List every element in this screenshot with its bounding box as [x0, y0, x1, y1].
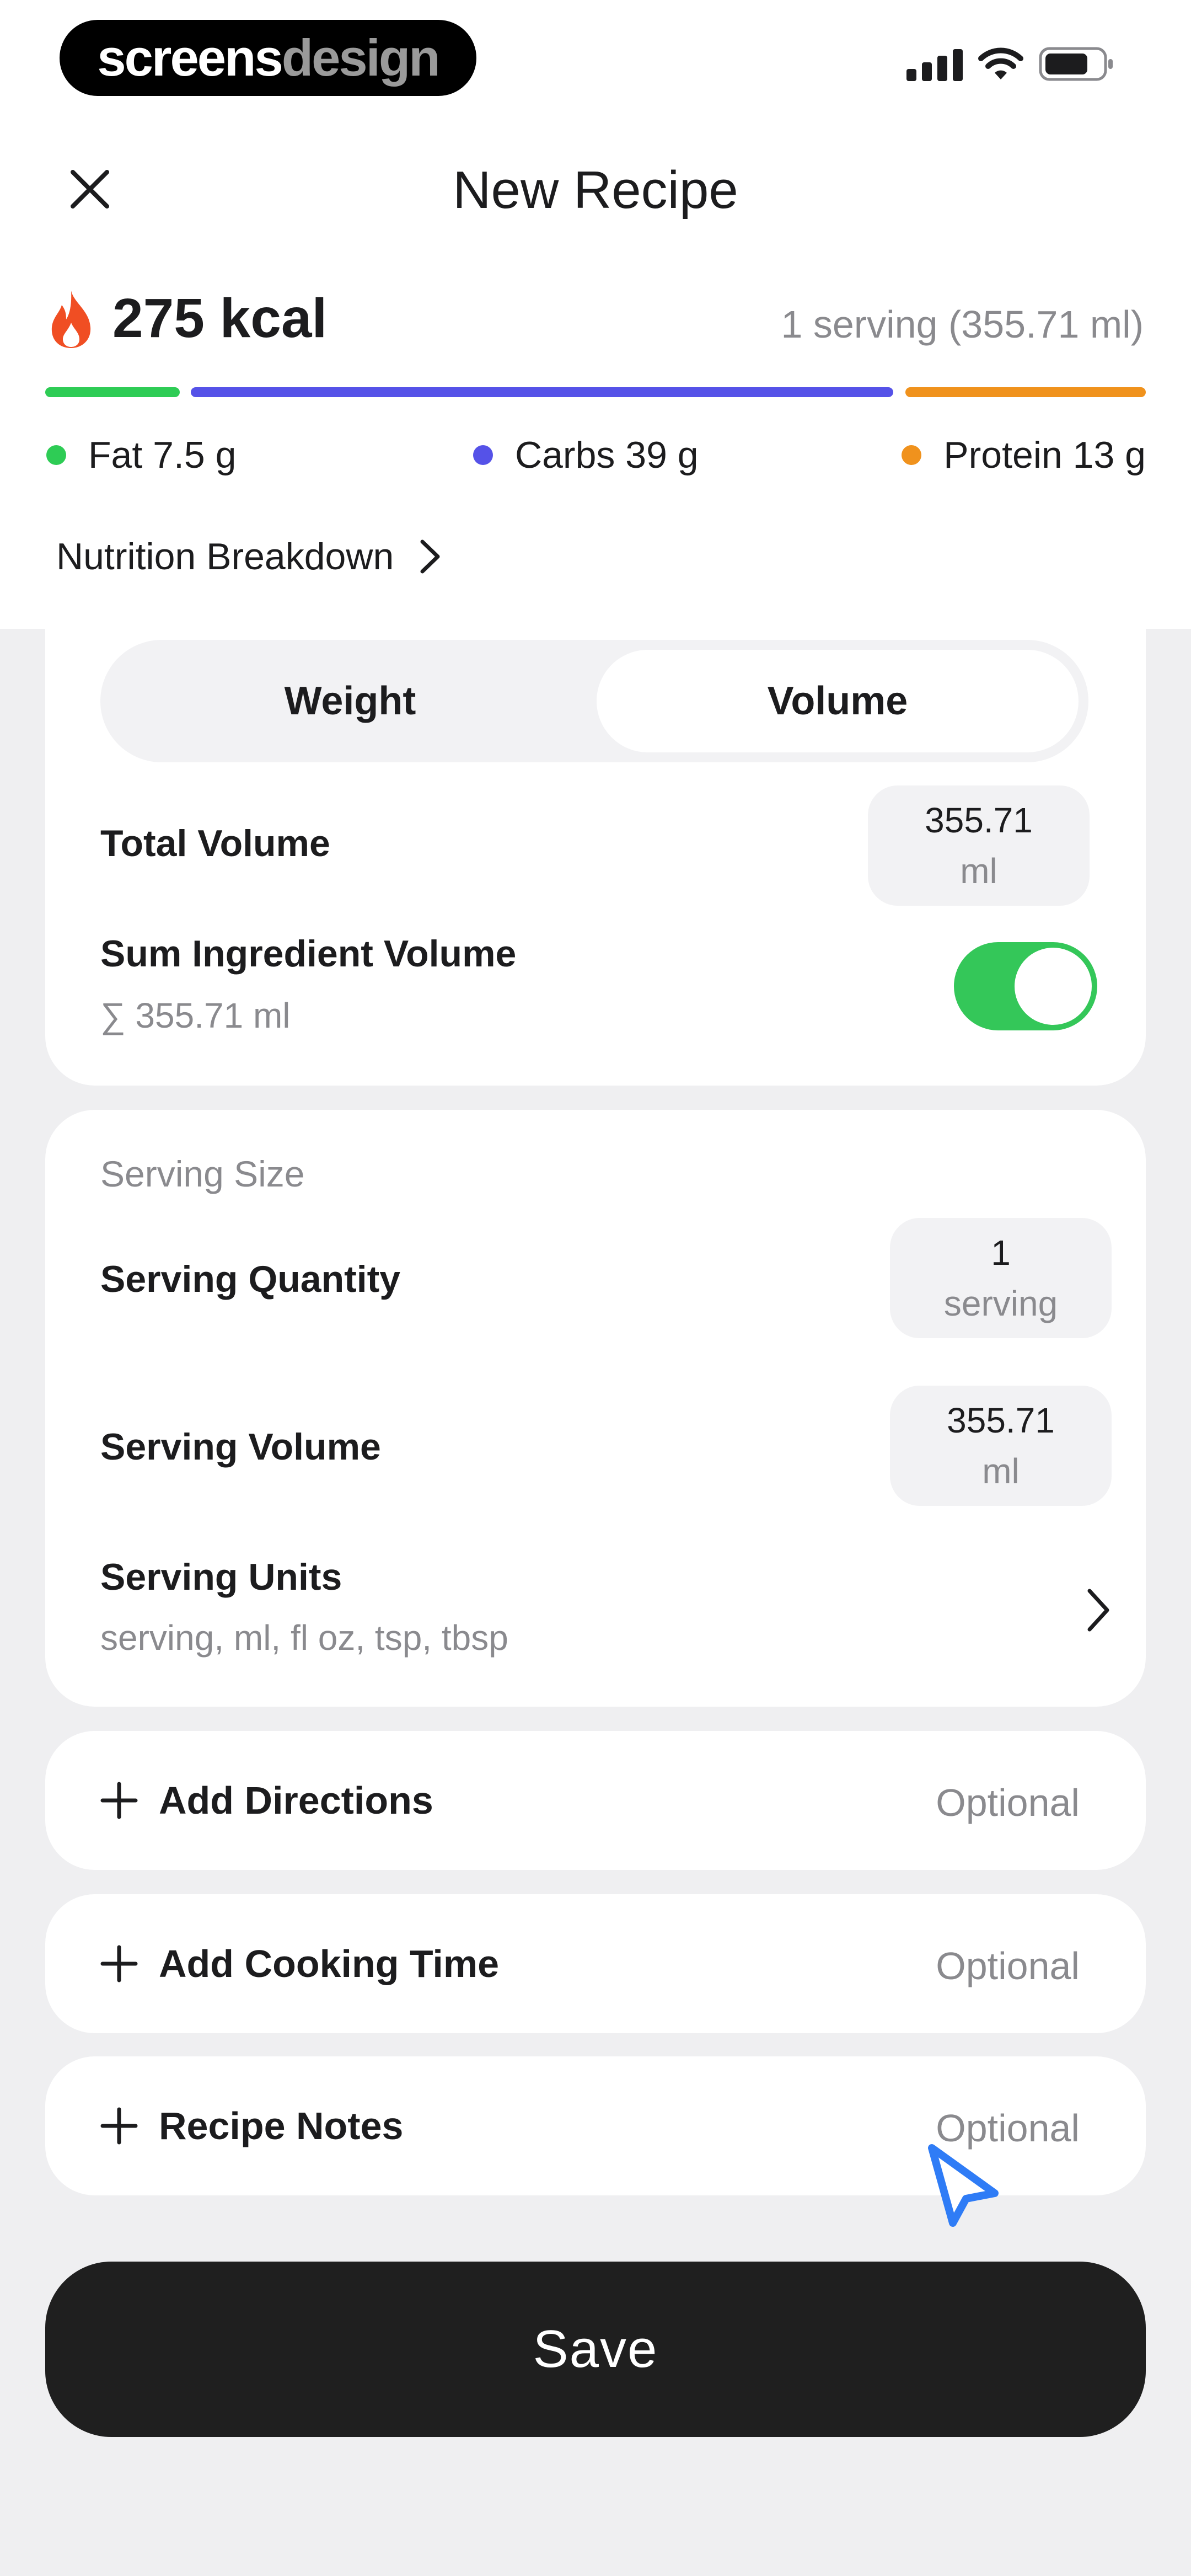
- status-icons: [906, 46, 1114, 82]
- recipe-notes-label: Recipe Notes: [159, 2104, 404, 2147]
- sum-ingredient-volume-toggle[interactable]: [954, 942, 1097, 1030]
- serving-quantity-label: Serving Quantity: [100, 1258, 401, 1300]
- total-volume-unit: ml: [960, 851, 997, 891]
- nutrition-breakdown-label: Nutrition Breakdown: [56, 536, 394, 578]
- battery-icon: [1039, 47, 1113, 81]
- serving-volume-label: Serving Volume: [100, 1426, 381, 1468]
- fat-label: Fat 7.5 g: [88, 434, 237, 476]
- protein-label: Protein 13 g: [943, 434, 1146, 476]
- pointer-cursor-icon: [928, 2144, 999, 2227]
- plus-icon: [100, 1782, 138, 1819]
- total-volume-value: 355.71: [925, 800, 1033, 840]
- serving-info: 1 serving (355.71 ml): [781, 303, 1144, 346]
- toggle-knob: [1015, 948, 1092, 1025]
- chevron-right-icon: [420, 539, 440, 574]
- total-volume-field[interactable]: 355.71 ml: [868, 785, 1090, 906]
- carbs-dot: [473, 445, 493, 465]
- serving-units-list: serving, ml, fl oz, tsp, tbsp: [100, 1618, 508, 1658]
- macro-bar-fat: [45, 387, 180, 397]
- serving-volume-value: 355.71: [947, 1401, 1055, 1440]
- serving-size-heading: Serving Size: [100, 1153, 305, 1194]
- calorie-summary: 275 kcal: [46, 287, 327, 350]
- serving-quantity-unit: serving: [943, 1284, 1058, 1323]
- tab-weight[interactable]: Weight: [110, 650, 590, 752]
- measure-type-segmented-control: Weight Volume: [100, 640, 1088, 762]
- add-cooking-time-hint: Optional: [936, 1944, 1080, 1987]
- serving-quantity-value: 1: [991, 1233, 1011, 1273]
- brand-logo: screens design: [60, 20, 476, 96]
- macro-bar-protein: [905, 387, 1146, 397]
- flame-icon: [51, 290, 91, 348]
- macro-legend-protein: Protein 13 g: [902, 430, 1146, 480]
- nutrition-breakdown-link[interactable]: Nutrition Breakdown: [56, 535, 443, 578]
- add-directions-label: Add Directions: [159, 1779, 433, 1822]
- tab-volume[interactable]: Volume: [597, 650, 1079, 752]
- protein-dot: [902, 445, 922, 465]
- sum-ingredient-volume-value: ∑ 355.71 ml: [100, 996, 291, 1035]
- wifi-icon: [978, 47, 1023, 79]
- chevron-right-icon: [1087, 1589, 1109, 1632]
- brand-main-text: screens: [97, 29, 283, 87]
- add-cooking-time-label: Add Cooking Time: [159, 1942, 500, 1985]
- signal-icon: [906, 47, 963, 81]
- serving-quantity-field[interactable]: 1 serving: [890, 1218, 1112, 1338]
- add-directions-row[interactable]: Add Directions Optional: [45, 1731, 1146, 1870]
- calorie-value: 275 kcal: [112, 287, 328, 349]
- page-title: New Recipe: [453, 161, 738, 220]
- brand-accent-text: design: [281, 29, 441, 87]
- serving-units-row[interactable]: Serving Units serving, ml, fl oz, tsp, t…: [100, 1544, 1112, 1666]
- add-cooking-time-row[interactable]: Add Cooking Time Optional: [45, 1894, 1146, 2033]
- total-volume-label: Total Volume: [100, 822, 330, 864]
- macro-legend-carbs: Carbs 39 g: [473, 430, 699, 480]
- add-directions-hint: Optional: [936, 1781, 1080, 1824]
- macro-legend-fat: Fat 7.5 g: [46, 430, 236, 480]
- serving-volume-field[interactable]: 355.71 ml: [890, 1386, 1112, 1506]
- serving-units-label: Serving Units: [100, 1556, 342, 1598]
- sum-ingredient-volume-label: Sum Ingredient Volume: [100, 933, 517, 975]
- serving-volume-unit: ml: [982, 1451, 1020, 1491]
- plus-icon: [100, 1945, 138, 1982]
- macro-bar-carbs: [191, 387, 893, 397]
- carbs-label: Carbs 39 g: [515, 434, 699, 476]
- plus-icon: [100, 2107, 138, 2145]
- fat-dot: [46, 445, 66, 465]
- save-button[interactable]: Save: [45, 2262, 1146, 2437]
